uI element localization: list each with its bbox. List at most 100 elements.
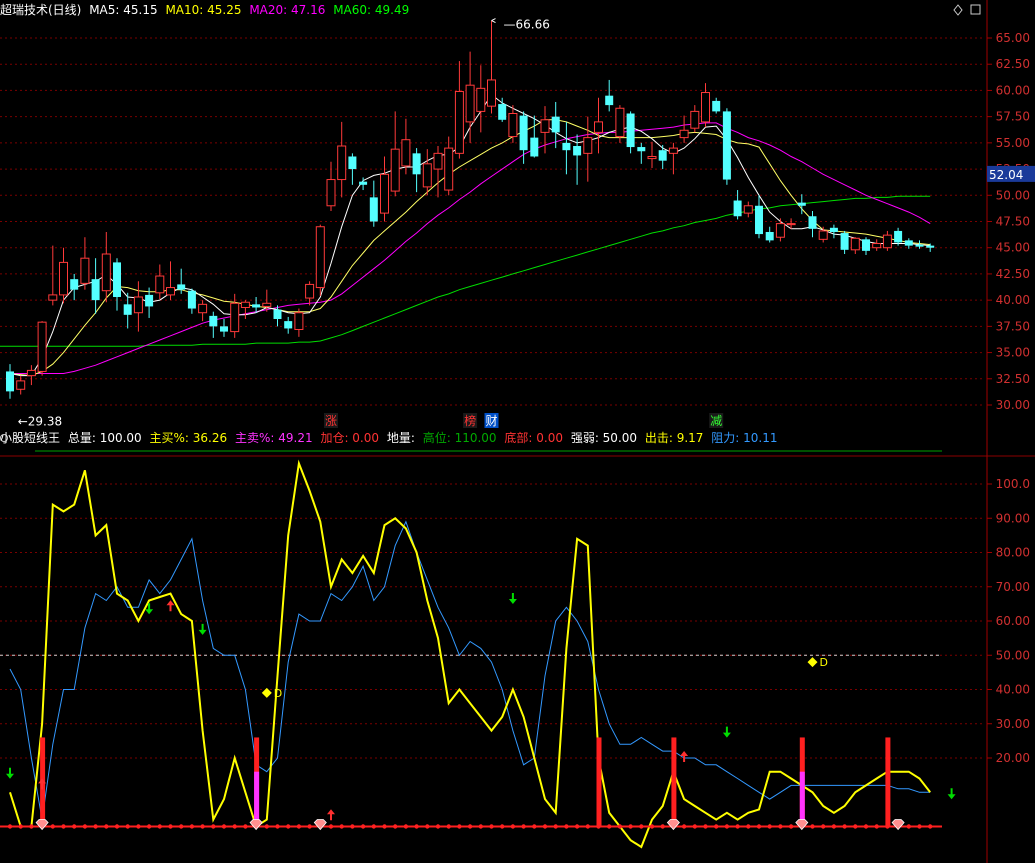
baseline-dot xyxy=(179,824,184,829)
baseline-dot xyxy=(104,824,109,829)
candle-body xyxy=(882,234,892,249)
gem-icon xyxy=(891,819,905,831)
baseline-dot xyxy=(681,824,687,829)
candle-body xyxy=(765,231,774,241)
baseline-dot xyxy=(125,824,130,829)
baseline-dot xyxy=(617,824,623,829)
price-tick-label: 30.00 xyxy=(996,398,1030,412)
candle-body xyxy=(712,100,721,112)
candle-body xyxy=(743,205,753,214)
baseline-dot xyxy=(275,824,280,829)
price-tick-label: 55.00 xyxy=(996,136,1030,150)
sell-arrow xyxy=(6,767,14,779)
indicator-tick-label: 80.00 xyxy=(996,546,1030,560)
baseline-dot xyxy=(756,824,762,829)
candle-body xyxy=(145,294,154,307)
baseline-dot xyxy=(136,824,141,829)
candle-body xyxy=(198,303,208,314)
candle-body xyxy=(294,312,304,331)
price-tick-label: 60.00 xyxy=(996,83,1030,97)
baseline-dot xyxy=(146,824,152,829)
d-diamond xyxy=(807,657,818,668)
chart-title: 超瑞技术(日线) xyxy=(0,3,82,17)
baseline-dot xyxy=(18,824,23,829)
baseline-dot xyxy=(414,824,419,829)
baseline-dot xyxy=(735,824,740,829)
candle-body xyxy=(177,284,186,290)
baseline-dot xyxy=(93,824,98,829)
event-marker-1: 榜 xyxy=(464,413,476,428)
baseline-dot xyxy=(553,824,558,829)
baseline-dot xyxy=(393,824,398,829)
candle-body xyxy=(487,79,496,107)
candle-body xyxy=(240,301,250,308)
baseline-dot xyxy=(821,824,826,829)
baseline-dot xyxy=(371,824,376,829)
indicator-tick-label: 90.00 xyxy=(996,511,1030,525)
baseline-dot xyxy=(307,824,312,829)
resistance-line xyxy=(9,520,931,820)
baseline-dot xyxy=(724,824,730,829)
low-label: ←29.38 xyxy=(18,415,62,429)
ma60-label: MA60: 49.49 xyxy=(333,3,410,17)
baseline-dot xyxy=(50,824,55,829)
candle-body xyxy=(123,304,132,315)
candle-body xyxy=(733,200,742,217)
baseline-dot xyxy=(478,824,483,829)
diamond-icon xyxy=(953,4,963,16)
gem-icon xyxy=(35,819,49,831)
candle-body xyxy=(465,84,475,123)
legend-total: 总量: 100.00 xyxy=(67,431,142,445)
baseline-dot xyxy=(457,824,462,829)
high-label: —66.66 xyxy=(504,18,550,32)
signal-bar xyxy=(885,737,891,827)
baseline-dot xyxy=(831,824,837,829)
candle-body xyxy=(850,237,860,251)
candle-body xyxy=(230,302,240,333)
candle-body xyxy=(433,152,443,170)
candle-body xyxy=(658,150,667,161)
baseline-dot xyxy=(628,824,633,829)
buy-arrow xyxy=(327,809,335,821)
square-icon xyxy=(970,4,981,15)
candle-body xyxy=(133,296,143,314)
baseline-dot xyxy=(585,824,590,829)
sell-arrow xyxy=(947,788,956,800)
baseline-dot xyxy=(114,824,120,829)
candle-body xyxy=(605,95,614,106)
indicator-tick-label: 70.00 xyxy=(996,580,1030,594)
baseline-dot xyxy=(510,824,516,829)
candle-body xyxy=(380,173,389,214)
baseline-dot xyxy=(564,824,569,829)
baseline-dot xyxy=(403,824,409,829)
indicator-tick-label: 100.0 xyxy=(996,477,1030,491)
price-tick-label: 40.00 xyxy=(996,293,1030,307)
baseline-dot xyxy=(521,824,526,829)
candle-body xyxy=(348,156,357,170)
candle-body xyxy=(16,380,26,390)
baseline-dot xyxy=(296,824,302,829)
price-tick-label: 47.50 xyxy=(996,215,1030,229)
candle-body xyxy=(915,244,924,247)
main-legend: 超瑞技术(日线) MA5: 45.15 MA10: 45.25 MA20: 47… xyxy=(0,2,413,18)
candle-body xyxy=(70,279,79,290)
baseline-dot xyxy=(328,824,334,829)
baseline-dot xyxy=(211,824,216,829)
candle-body xyxy=(284,321,293,329)
indicator-tick-label: 60.00 xyxy=(996,614,1030,628)
legend-resistance: 阻力: 10.11 xyxy=(711,431,778,445)
baseline-dot xyxy=(425,824,430,829)
candle-body xyxy=(637,147,646,152)
candle-body xyxy=(326,179,336,207)
sell-arrow xyxy=(722,726,731,738)
legend-main-sell: 主卖%: 49.21 xyxy=(234,431,313,445)
baseline-dot xyxy=(778,824,783,829)
candle-body xyxy=(166,287,175,296)
baseline-dot xyxy=(649,824,655,829)
price-tick-label: 50.00 xyxy=(996,188,1030,202)
baseline-dot xyxy=(863,824,869,829)
candle-body xyxy=(401,139,411,167)
d-label: D xyxy=(274,687,282,700)
price-tick-label: 45.00 xyxy=(996,241,1030,255)
candle-body xyxy=(48,294,58,301)
